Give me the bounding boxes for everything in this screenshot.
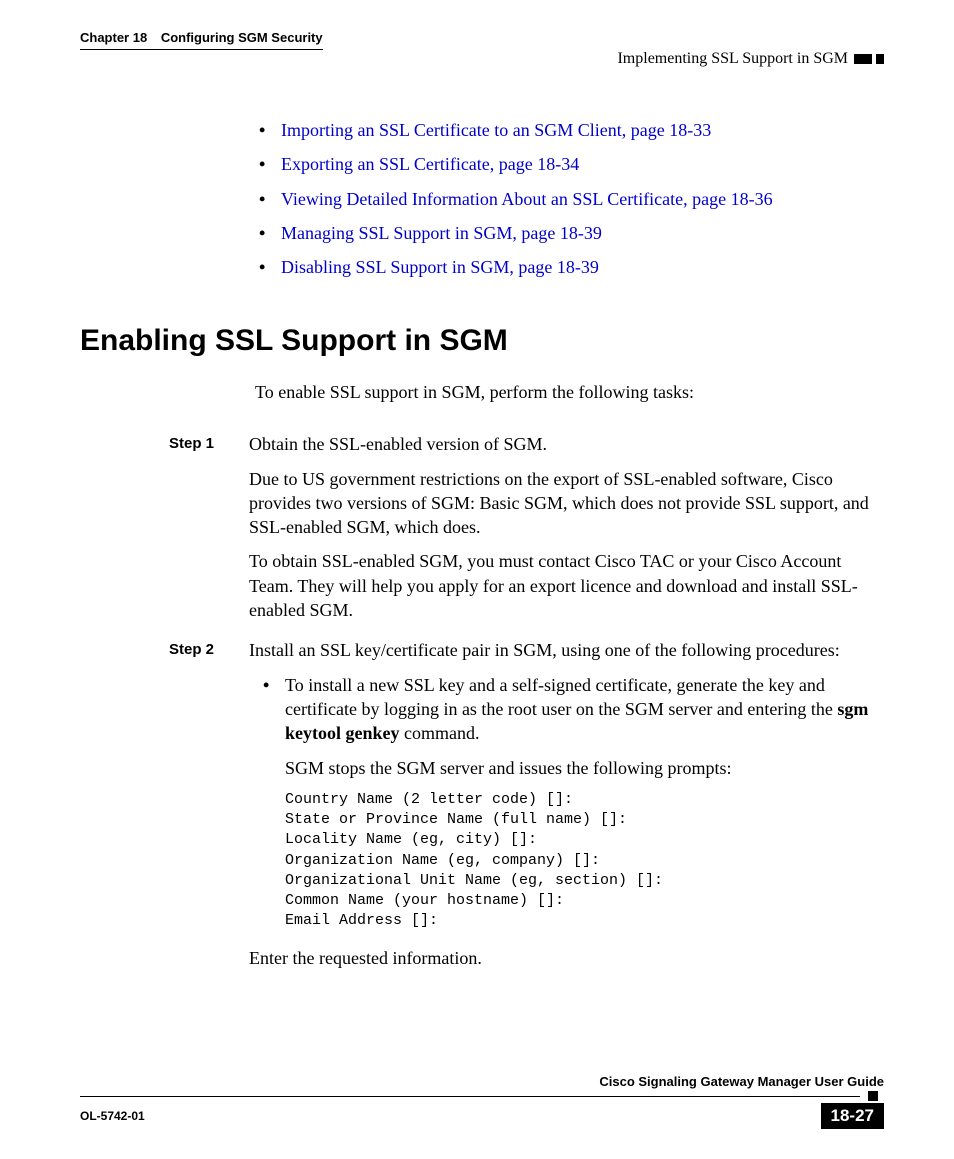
list-item: Importing an SSL Certificate to an SGM C… — [255, 118, 884, 142]
section-heading: Enabling SSL Support in SGM — [80, 321, 884, 362]
list-item: Disabling SSL Support in SGM, page 18-39 — [255, 255, 884, 279]
step-body: Obtain the SSL-enabled version of SGM. D… — [249, 432, 884, 632]
header-marker-small-icon — [876, 54, 884, 64]
bullet-text-post: command. — [400, 723, 480, 743]
xref-link[interactable]: Managing SSL Support in SGM, page 18-39 — [281, 223, 602, 243]
footer-guide-title: Cisco Signaling Gateway Manager User Gui… — [80, 1074, 884, 1089]
list-item: Viewing Detailed Information About an SS… — [255, 187, 884, 211]
header-section-title: Implementing SSL Support in SGM — [617, 50, 848, 68]
sub-bullet-list: To install a new SSL key and a self-sign… — [249, 673, 884, 780]
step-label: Step 1 — [169, 432, 249, 632]
paragraph: Due to US government restrictions on the… — [249, 467, 884, 540]
intro-text: To enable SSL support in SGM, perform th… — [255, 380, 884, 404]
top-link-list: Importing an SSL Certificate to an SGM C… — [255, 118, 884, 279]
footer-marker-icon — [868, 1091, 878, 1101]
step-label: Step 2 — [169, 638, 249, 980]
doc-id: OL-5742-01 — [80, 1109, 145, 1123]
xref-link[interactable]: Disabling SSL Support in SGM, page 18-39 — [281, 257, 599, 277]
page-number: 18-27 — [821, 1103, 884, 1129]
paragraph: SGM stops the SGM server and issues the … — [285, 756, 884, 780]
list-item: To install a new SSL key and a self-sign… — [249, 673, 884, 780]
list-item: Managing SSL Support in SGM, page 18-39 — [255, 221, 884, 245]
xref-link[interactable]: Viewing Detailed Information About an SS… — [281, 189, 773, 209]
header-marker-icon — [854, 54, 872, 64]
bullet-text-pre: To install a new SSL key and a self-sign… — [285, 675, 837, 719]
list-item: Exporting an SSL Certificate, page 18-34 — [255, 152, 884, 176]
step-2: Step 2 Install an SSL key/certificate pa… — [255, 638, 884, 980]
xref-link[interactable]: Importing an SSL Certificate to an SGM C… — [281, 120, 711, 140]
chapter-label: Chapter 18 — [80, 30, 147, 45]
header-left: Chapter 18 Configuring SGM Security — [80, 30, 323, 50]
header-right: Implementing SSL Support in SGM — [80, 50, 884, 68]
paragraph: To obtain SSL-enabled SGM, you must cont… — [249, 549, 884, 622]
xref-link[interactable]: Exporting an SSL Certificate, page 18-34 — [281, 154, 579, 174]
page-content: Importing an SSL Certificate to an SGM C… — [80, 118, 884, 980]
paragraph: Enter the requested information. — [249, 946, 884, 970]
step-body: Install an SSL key/certificate pair in S… — [249, 638, 884, 980]
chapter-title: Configuring SGM Security — [161, 30, 323, 45]
page-footer: Cisco Signaling Gateway Manager User Gui… — [80, 1074, 884, 1129]
page-header: Chapter 18 Configuring SGM Security Impl… — [80, 30, 884, 68]
header-rule — [80, 49, 323, 50]
paragraph: Install an SSL key/certificate pair in S… — [249, 638, 884, 662]
code-block: Country Name (2 letter code) []: State o… — [285, 790, 884, 932]
footer-rule — [80, 1096, 860, 1097]
step-1: Step 1 Obtain the SSL-enabled version of… — [255, 432, 884, 632]
paragraph: Obtain the SSL-enabled version of SGM. — [249, 432, 884, 456]
